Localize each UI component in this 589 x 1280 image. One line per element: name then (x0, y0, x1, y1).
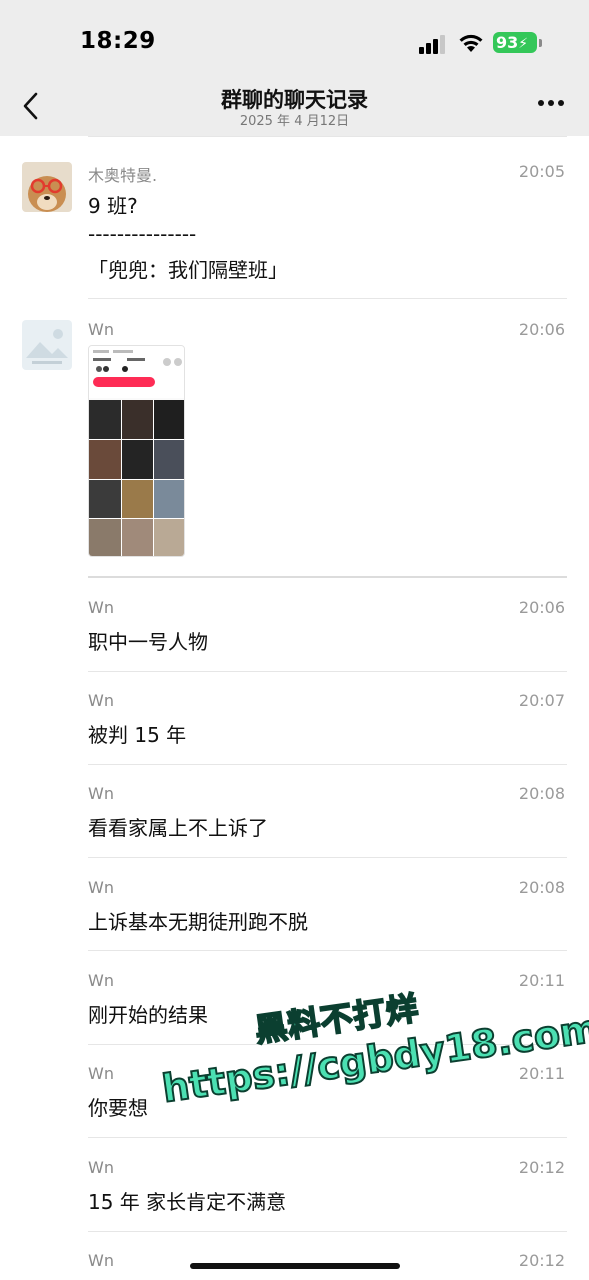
sender-name: 木奥特曼. (88, 166, 158, 185)
message-text: 9 班? (88, 194, 138, 218)
more-options-icon[interactable] (536, 100, 566, 110)
status-icons: 93⚡ (415, 30, 542, 56)
message-text: 被判 15 年 (88, 723, 187, 747)
quote-separator: --------------- (88, 222, 197, 246)
message-time: 20:08 (518, 878, 565, 897)
sender-name: Wn (88, 691, 114, 710)
message-item: Wn 20:06 职中一号人物 (0, 578, 589, 672)
dog-avatar-icon (22, 162, 72, 212)
thumbnail-video-grid (89, 400, 184, 556)
message-text: 15 年 家长肯定不满意 (88, 1190, 287, 1214)
image-placeholder-icon (22, 320, 72, 370)
sender-name: Wn (88, 320, 114, 339)
message-item: Wn 20:06 (0, 299, 589, 578)
message-time: 20:06 (518, 320, 565, 339)
wifi-icon (459, 34, 483, 52)
quoted-message: 「兜兜：我们隔壁班」 (88, 258, 288, 282)
home-indicator[interactable] (190, 1263, 400, 1269)
sender-name: Wn (88, 878, 114, 897)
sender-name: Wn (88, 1064, 114, 1083)
sender-name: Wn (88, 1251, 114, 1270)
message-item: Wn 20:07 被判 15 年 (0, 672, 589, 765)
thumbnail-header-graphic (93, 350, 182, 372)
sender-name: Wn (88, 598, 114, 617)
battery-indicator: 93⚡ (493, 32, 537, 53)
avatar-dog[interactable] (22, 162, 72, 212)
message-item: Wn 20:12 15 年 家长肯定不满意 (0, 1138, 589, 1232)
battery-cap (539, 39, 542, 47)
image-message-thumbnail[interactable] (88, 345, 185, 557)
message-item: Wn 20:12 (0, 1232, 589, 1280)
sender-name: Wn (88, 784, 114, 803)
page-subtitle-date: 2025 年 4 月12日 (239, 114, 350, 129)
message-text: 职中一号人物 (88, 630, 208, 654)
message-text: 你要想 (88, 1096, 148, 1120)
charging-bolt-icon: ⚡ (518, 36, 529, 52)
sender-name: Wn (88, 1158, 114, 1177)
cellular-signal-icon (419, 35, 445, 54)
avatar-placeholder[interactable] (22, 320, 72, 370)
message-text: 上诉基本无期徒刑跑不脱 (88, 910, 308, 934)
message-time: 20:08 (518, 784, 565, 803)
message-text: 看看家属上不上诉了 (88, 816, 268, 840)
message-time: 20:06 (518, 598, 565, 617)
message-time: 20:12 (518, 1251, 565, 1270)
sender-name: Wn (88, 971, 114, 990)
message-time: 20:07 (518, 691, 565, 710)
message-time: 20:12 (518, 1158, 565, 1177)
message-time: 20:05 (518, 162, 565, 181)
battery-level: 93 (496, 33, 519, 52)
message-item: 木奥特曼. 20:05 9 班? --------------- 「兜兜：我们隔… (0, 136, 589, 299)
message-item: Wn 20:08 看看家属上不上诉了 (0, 765, 589, 858)
status-time: 18:29 (80, 28, 156, 54)
top-bar: 18:29 93⚡ 群聊的聊天记录 2025 年 4 月12日 (0, 0, 589, 136)
follow-button-graphic (93, 377, 155, 387)
message-item: Wn 20:08 上诉基本无期徒刑跑不脱 (0, 858, 589, 951)
thumbnail-profile-header (89, 346, 184, 398)
